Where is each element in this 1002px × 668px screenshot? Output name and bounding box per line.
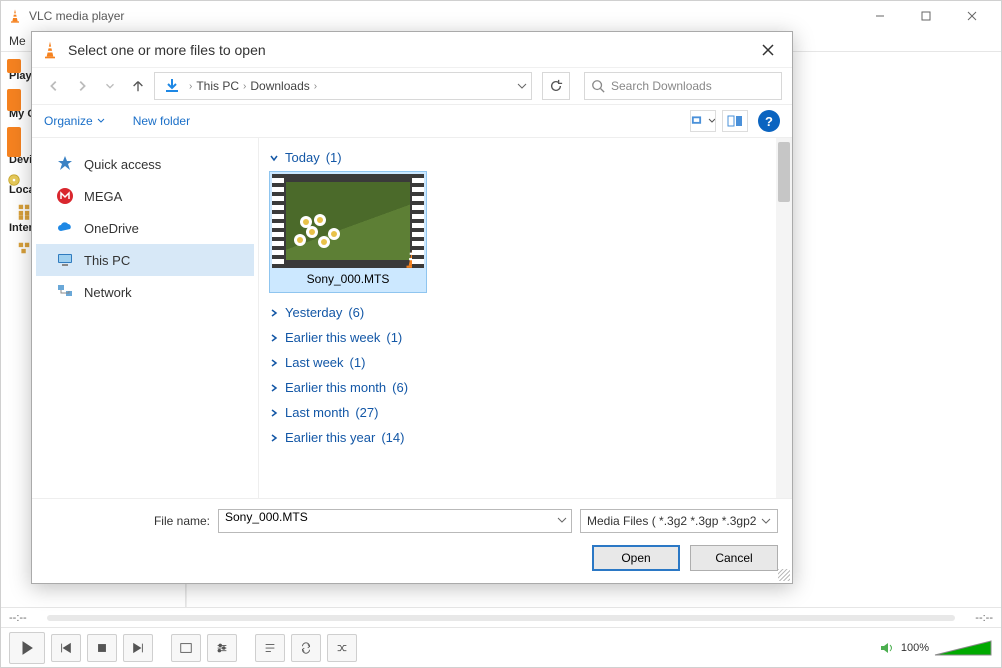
nav-up-button[interactable] [126,74,150,98]
new-folder-button[interactable]: New folder [133,114,190,128]
breadcrumb-thispc[interactable]: This PC [196,79,239,93]
group-last-week[interactable]: Last week (1) [265,349,792,374]
vertical-scrollbar[interactable] [776,138,792,498]
minimize-button[interactable] [857,1,903,31]
chevron-down-icon[interactable] [557,514,567,528]
file-open-dialog: Select one or more files to open › This … [31,31,793,584]
chevron-right-icon [269,408,279,418]
tree-network[interactable]: Network [36,276,254,308]
nav-back-button[interactable] [42,74,66,98]
group-earlier-week[interactable]: Earlier this week (1) [265,324,792,349]
navigation-tree: Quick access MEGA OneDrive This PC Netwo… [32,138,258,498]
chevron-right-icon: › [189,81,192,92]
play-button[interactable] [9,632,45,664]
breadcrumb-bar[interactable]: › This PC › Downloads › [154,72,532,100]
loop-button[interactable] [291,634,321,662]
refresh-button[interactable] [542,72,570,100]
file-list-pane: Today (1) [258,138,792,498]
mega-icon [56,187,74,205]
time-elapsed: --:-- [9,612,39,624]
prev-button[interactable] [51,634,81,662]
fullscreen-button[interactable] [171,634,201,662]
video-thumbnail [286,182,410,260]
close-button[interactable] [949,1,995,31]
tree-quick-access[interactable]: Quick access [36,148,254,180]
group-earlier-year[interactable]: Earlier this year (14) [265,424,792,449]
maximize-button[interactable] [903,1,949,31]
search-input[interactable]: Search Downloads [584,72,782,100]
help-button[interactable]: ? [758,110,780,132]
search-icon [591,79,605,93]
chevron-right-icon: › [314,81,317,92]
vlc-titlebar: VLC media player [1,1,1001,31]
resize-grip[interactable] [778,569,790,581]
dialog-titlebar: Select one or more files to open [32,32,792,68]
breadcrumb-downloads[interactable]: Downloads [250,79,309,93]
chevron-right-icon [269,308,279,318]
chevron-down-icon [761,516,771,526]
dialog-footer: File name: Sony_000.MTS Media Files ( *.… [32,498,792,583]
stop-button[interactable] [87,634,117,662]
volume-control[interactable]: 100% [879,639,993,657]
volume-percent: 100% [899,642,929,654]
menu-media[interactable]: Me [9,34,26,48]
open-button[interactable]: Open [592,545,680,571]
group-last-month[interactable]: Last month (27) [265,399,792,424]
speaker-icon [879,640,895,656]
chevron-right-icon [269,433,279,443]
tree-this-pc[interactable]: This PC [36,244,254,276]
time-total: --:-- [963,612,993,624]
group-earlier-month[interactable]: Earlier this month (6) [265,374,792,399]
vlc-seek-bar[interactable]: --:-- --:-- [1,607,1001,627]
vlc-cone-icon [7,8,23,24]
chevron-down-icon [269,153,279,163]
file-name-label: Sony_000.MTS [272,268,424,290]
chevron-right-icon [269,333,279,343]
star-icon [56,155,74,173]
vlc-cone-icon [40,40,60,60]
playlist-toggle-button[interactable] [255,634,285,662]
pc-icon [56,251,74,269]
preview-pane-button[interactable] [722,110,748,132]
vlc-control-bar: 100% [1,627,1001,667]
file-name-input[interactable]: Sony_000.MTS [218,509,572,533]
dialog-close-button[interactable] [752,34,784,66]
shuffle-button[interactable] [327,634,357,662]
chevron-down-icon[interactable] [517,81,527,91]
vlc-title-text: VLC media player [29,9,857,23]
chevron-right-icon: › [243,81,246,92]
tree-onedrive[interactable]: OneDrive [36,212,254,244]
next-button[interactable] [123,634,153,662]
onedrive-icon [56,219,74,237]
chevron-down-icon [708,117,715,125]
dialog-title: Select one or more files to open [68,42,752,58]
file-item-selected[interactable]: Sony_000.MTS [269,171,427,293]
group-today[interactable]: Today (1) [265,144,792,169]
seek-track[interactable] [47,615,955,621]
network-icon [56,283,74,301]
cancel-button[interactable]: Cancel [690,545,778,571]
volume-slider[interactable] [933,639,993,657]
ext-settings-button[interactable] [207,634,237,662]
search-placeholder: Search Downloads [611,79,712,93]
chevron-right-icon [269,383,279,393]
nav-forward-button[interactable] [70,74,94,98]
dialog-nav-row: › This PC › Downloads › Search Downloads [32,68,792,104]
tree-mega[interactable]: MEGA [36,180,254,212]
chevron-right-icon [269,358,279,368]
view-mode-button[interactable] [690,110,716,132]
recent-dropdown[interactable] [98,74,122,98]
organize-menu[interactable]: Organize [44,114,105,128]
dialog-toolbar: Organize New folder ? [32,104,792,138]
downloads-folder-icon [163,77,181,95]
file-type-filter[interactable]: Media Files ( *.3g2 *.3gp *.3gp2 [580,509,778,533]
vlc-cone-icon [400,244,426,270]
group-yesterday[interactable]: Yesterday (6) [265,299,792,324]
file-name-label: File name: [154,514,210,528]
chevron-down-icon [97,117,105,125]
